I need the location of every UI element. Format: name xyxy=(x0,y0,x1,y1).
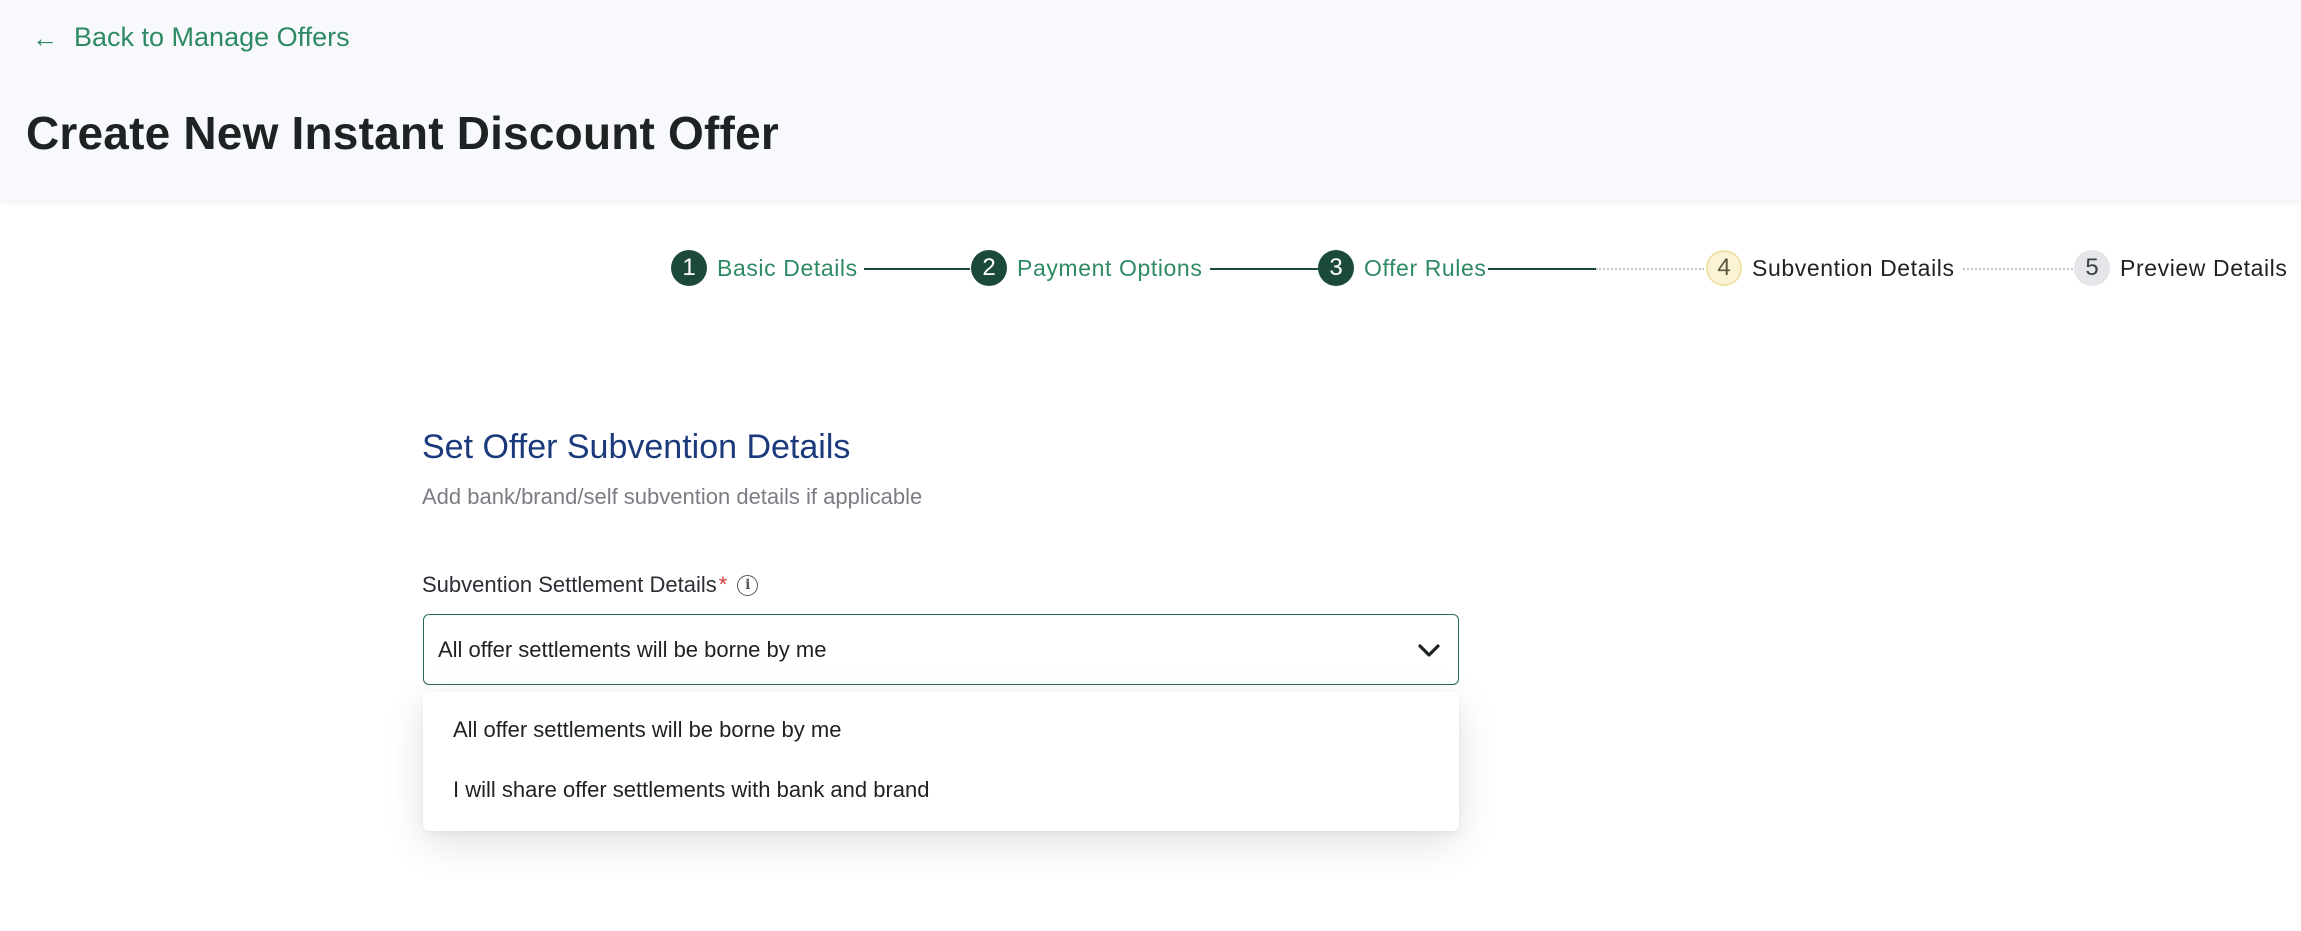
step-label: Subvention Details xyxy=(1752,254,1955,281)
required-mark: * xyxy=(718,572,728,597)
field-label-text: Subvention Settlement Details xyxy=(422,572,717,597)
page-header: ← Back to Manage Offers Create New Insta… xyxy=(0,0,2301,201)
step-label: Preview Details xyxy=(2120,254,2288,281)
step-label: Basic Details xyxy=(717,254,858,281)
step-number: 2 xyxy=(971,250,1007,286)
back-to-manage-offers-link[interactable]: ← Back to Manage Offers xyxy=(32,22,350,53)
info-icon[interactable]: i xyxy=(737,574,759,596)
dropdown-option[interactable]: I will share offer settlements with bank… xyxy=(423,760,1459,820)
subvention-settlement-label: Subvention Settlement Details * i xyxy=(422,572,759,598)
step-basic-details[interactable]: 1 Basic Details xyxy=(671,249,858,287)
section-title: Set Offer Subvention Details xyxy=(422,428,851,466)
step-number: 3 xyxy=(1318,250,1354,286)
step-subvention-details[interactable]: 4 Subvention Details xyxy=(1706,249,1955,287)
page-title: Create New Instant Discount Offer xyxy=(26,107,779,159)
section-subtitle: Add bank/brand/self subvention details i… xyxy=(422,484,923,509)
subvention-settlement-dropdown: All offer settlements will be borne by m… xyxy=(423,692,1459,831)
step-preview-details[interactable]: 5 Preview Details xyxy=(2074,249,2288,287)
step-number: 1 xyxy=(671,250,707,286)
step-number: 5 xyxy=(2074,250,2110,286)
step-label: Payment Options xyxy=(1017,254,1203,281)
step-payment-options[interactable]: 2 Payment Options xyxy=(971,249,1202,287)
select-value: All offer settlements will be borne by m… xyxy=(438,636,827,662)
progress-stepper: 1 Basic Details 2 Payment Options 3 Offe… xyxy=(0,249,2301,289)
chevron-down-icon xyxy=(1418,644,1440,657)
dropdown-option[interactable]: All offer settlements will be borne by m… xyxy=(423,700,1459,760)
arrow-left-icon: ← xyxy=(32,22,58,53)
subvention-settlement-select[interactable]: All offer settlements will be borne by m… xyxy=(423,614,1459,685)
step-label: Offer Rules xyxy=(1364,254,1487,281)
step-offer-rules[interactable]: 3 Offer Rules xyxy=(1318,249,1487,287)
step-number: 4 xyxy=(1706,250,1742,286)
back-link-label: Back to Manage Offers xyxy=(74,22,350,52)
